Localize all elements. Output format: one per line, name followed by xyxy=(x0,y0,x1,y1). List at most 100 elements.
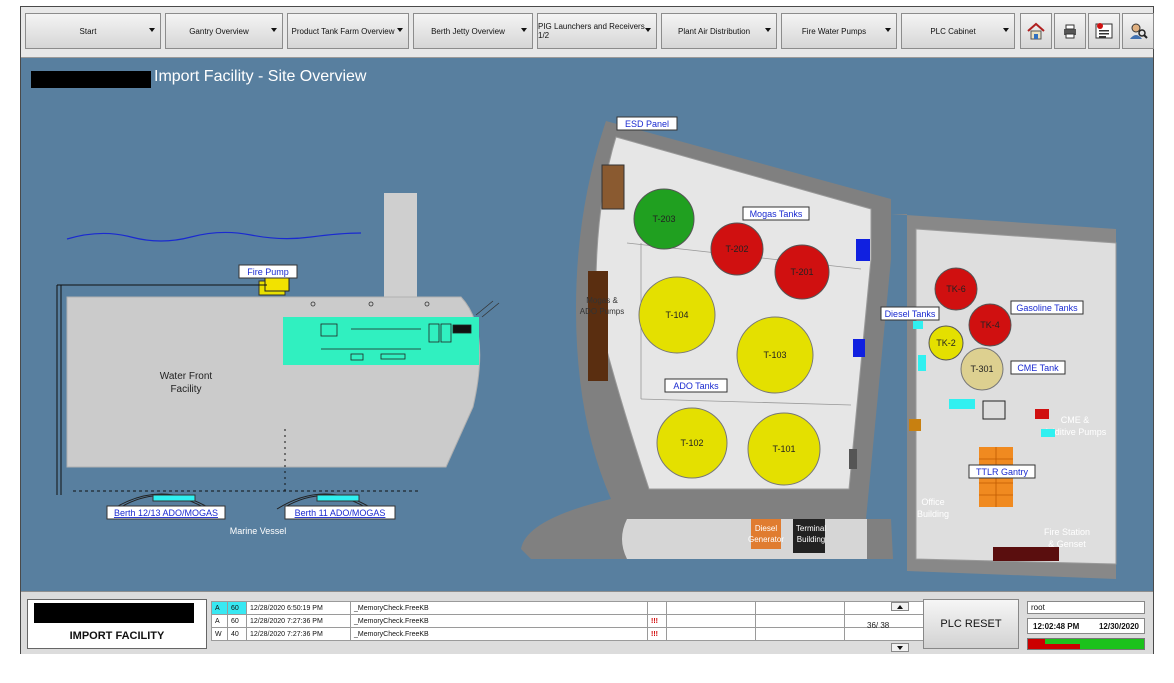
ttlr-gantry-label: TTLR Gantry xyxy=(976,467,1029,477)
berth-11-label: Berth 11 ADO/MOGAS xyxy=(295,508,386,518)
pumps-label-2: ADO Pumps xyxy=(580,307,624,316)
alarm-flag: !!! xyxy=(647,614,667,628)
alarm-page-count: 36/ 38 xyxy=(867,621,890,630)
alarm-timestamp: 12/28/2020 7:27:36 PM xyxy=(246,614,351,628)
nav-plc-cabinet-dropdown[interactable]: PLC Cabinet xyxy=(901,13,1015,49)
office-label-2: Building xyxy=(917,509,949,519)
nav-label: Gantry Overview xyxy=(189,26,249,36)
alarm-status-bar: IMPORT FACILITY A 60 12/28/2020 6:50:19 … xyxy=(21,591,1153,654)
terminal-label-2: Building xyxy=(797,535,825,544)
pumps-label-1: Mogas & xyxy=(586,296,618,305)
water-front-label-1: Water Front xyxy=(160,371,213,382)
nav-label: Plant Air Distribution xyxy=(677,26,751,36)
alarm-list-button[interactable] xyxy=(1088,13,1120,49)
alarm-type: A xyxy=(211,601,228,615)
print-icon xyxy=(1064,24,1076,39)
orange-equipment xyxy=(909,419,921,431)
clock-date: 12/30/2020 xyxy=(1098,621,1139,631)
user-login-icon xyxy=(1130,23,1148,39)
user-field: root xyxy=(1027,601,1145,614)
table-row[interactable]: A 60 12/28/2020 7:27:36 PM _MemoryCheck.… xyxy=(211,614,937,628)
fire-station-label-1: Fire Station xyxy=(1044,527,1090,537)
alarm-timestamp: 12/28/2020 6:50:19 PM xyxy=(246,601,351,615)
alarm-priority: 40 xyxy=(227,627,247,641)
water-front-label-2: Facility xyxy=(170,384,201,395)
marine-vessel-label: Marine Vessel xyxy=(230,526,287,536)
user-login-button[interactable] xyxy=(1122,13,1154,49)
blue-equipment-1 xyxy=(856,239,870,261)
arrow-up-icon xyxy=(897,605,903,609)
print-button[interactable] xyxy=(1054,13,1086,49)
alarm-tag: _MemoryCheck.FreeKB xyxy=(350,614,648,628)
caret-down-icon xyxy=(765,28,771,32)
table-row[interactable]: W 40 12/28/2020 7:27:36 PM _MemoryCheck.… xyxy=(211,627,937,641)
nav-plant-air-dropdown[interactable]: Plant Air Distribution xyxy=(661,13,777,49)
caret-down-icon xyxy=(397,28,403,32)
facility-name: IMPORT FACILITY xyxy=(69,630,165,642)
nav-label: Product Tank Farm Overview xyxy=(291,26,395,36)
alarm-flag: !!! xyxy=(647,627,667,641)
nav-pig-launchers-dropdown[interactable]: PIG Launchers and Receivers 1/2 xyxy=(537,13,657,49)
gasoline-tanks-label: Gasoline Tanks xyxy=(1016,303,1078,313)
cyan-equipment-3 xyxy=(949,399,975,409)
tank-tk2-label: TK-2 xyxy=(936,338,956,348)
alarm-extra xyxy=(666,627,756,641)
alarm-extra xyxy=(755,601,845,615)
nav-label: Start xyxy=(79,26,97,36)
table-row[interactable]: A 60 12/28/2020 6:50:19 PM _MemoryCheck.… xyxy=(211,601,937,615)
alarm-table: A 60 12/28/2020 6:50:19 PM _MemoryCheck.… xyxy=(211,601,937,641)
nav-label: Fire Water Pumps xyxy=(801,26,867,36)
blue-equipment-2 xyxy=(853,339,865,357)
nav-berth-jetty-dropdown[interactable]: Berth Jetty Overview xyxy=(413,13,533,49)
terminal-label-1: Terminal xyxy=(796,524,826,533)
alarm-tag: _MemoryCheck.FreeKB xyxy=(350,627,648,641)
caret-down-icon xyxy=(645,28,651,32)
berth-1213-label: Berth 12/13 ADO/MOGAS xyxy=(114,508,218,518)
diesel-gen-label-2: Generator xyxy=(748,535,784,544)
nav-fire-water-pumps-dropdown[interactable]: Fire Water Pumps xyxy=(781,13,897,49)
redacted-facility-logo xyxy=(34,603,194,623)
nav-start-dropdown[interactable]: Start xyxy=(25,13,161,49)
clock: 12:02:48 PM 12/30/2020 xyxy=(1027,618,1145,634)
arrow-down-icon xyxy=(897,646,903,650)
alarm-scroll-down-button[interactable] xyxy=(891,643,909,652)
alarm-list-icon xyxy=(1095,23,1113,39)
cyan-equipment-1 xyxy=(913,321,923,329)
tank-t301-label: T-301 xyxy=(970,364,993,374)
alarm-tag: _MemoryCheck.FreeKB xyxy=(350,601,648,615)
tank-t102-label: T-102 xyxy=(680,438,703,448)
caret-down-icon xyxy=(1003,28,1009,32)
alarm-type: W xyxy=(211,627,228,641)
berth-1213-loading-arm xyxy=(152,494,196,502)
home-button[interactable] xyxy=(1020,13,1052,49)
alarm-scroll-up-button[interactable] xyxy=(891,602,909,611)
nav-gantry-overview-dropdown[interactable]: Gantry Overview xyxy=(165,13,283,49)
mogas-ado-pump-skid xyxy=(588,271,608,381)
tank-tk4-label: TK-4 xyxy=(980,320,1000,330)
caret-down-icon xyxy=(521,28,527,32)
tank-t203-label: T-203 xyxy=(652,214,675,224)
esd-panel-label: ESD Panel xyxy=(625,119,669,129)
clock-time: 12:02:48 PM xyxy=(1033,621,1080,631)
caret-down-icon xyxy=(149,28,155,32)
terminal-yard xyxy=(622,519,867,559)
diesel-tanks-label: Diesel Tanks xyxy=(885,309,936,319)
tank-t103-label: T-103 xyxy=(763,350,786,360)
alarm-extra xyxy=(666,601,756,615)
ado-tanks-label: ADO Tanks xyxy=(673,381,719,391)
alarm-type: A xyxy=(211,614,228,628)
esd-panel-equipment xyxy=(601,164,625,210)
diesel-gen-label-1: Diesel xyxy=(755,524,777,533)
alarm-extra xyxy=(755,627,845,641)
cme-tank-label: CME Tank xyxy=(1017,363,1059,373)
cyan-equipment-4 xyxy=(1041,429,1055,437)
caret-down-icon xyxy=(885,28,891,32)
nav-product-tank-farm-dropdown[interactable]: Product Tank Farm Overview xyxy=(287,13,409,49)
plc-reset-button[interactable]: PLC RESET xyxy=(923,599,1019,649)
alarm-priority: 60 xyxy=(227,614,247,628)
tank-t101-label: T-101 xyxy=(772,444,795,454)
alarm-extra xyxy=(666,614,756,628)
nav-label: Berth Jetty Overview xyxy=(431,26,505,36)
resource-meter xyxy=(1027,638,1145,650)
cyan-equipment-2 xyxy=(918,355,926,371)
